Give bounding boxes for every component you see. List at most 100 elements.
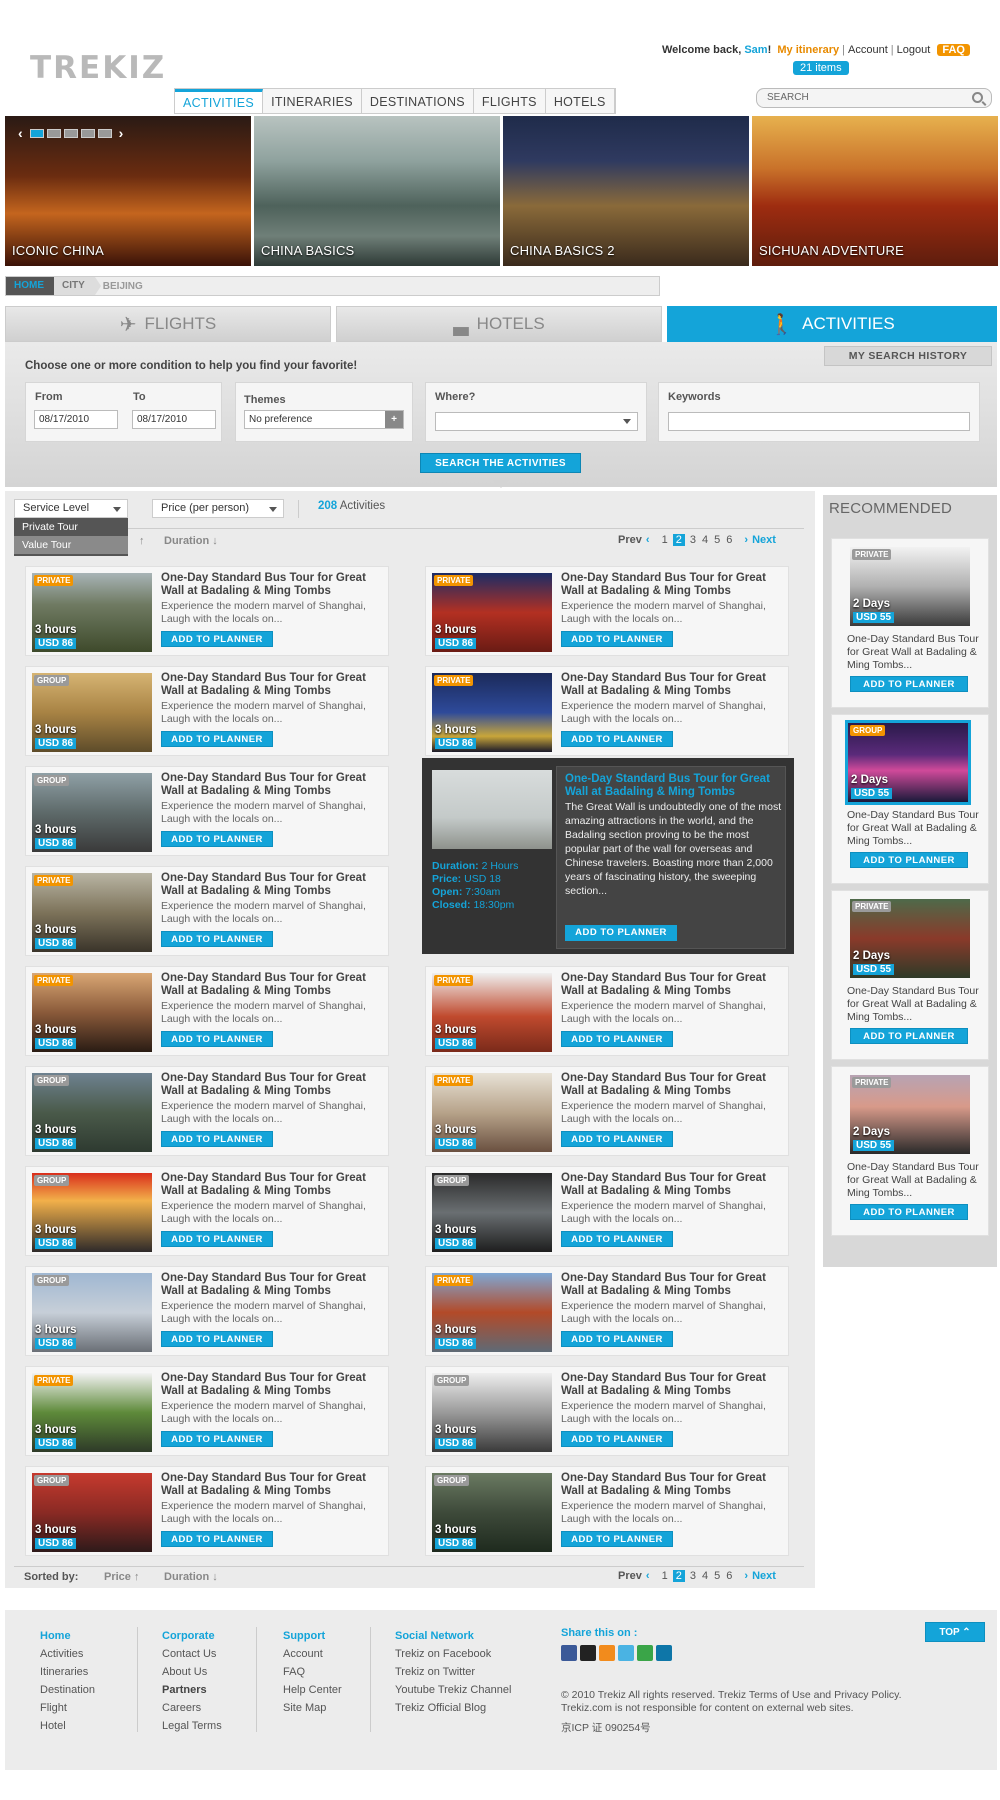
- carousel-dot[interactable]: [29, 128, 44, 138]
- plus-icon[interactable]: +: [385, 411, 403, 428]
- add-to-planner-button[interactable]: ADD TO PLANNER: [850, 676, 968, 692]
- add-to-planner-button[interactable]: ADD TO PLANNER: [850, 852, 968, 868]
- footer-link[interactable]: Legal Terms: [162, 1717, 222, 1735]
- footer-link[interactable]: Youtube Trekiz Channel: [395, 1681, 511, 1699]
- activity-card[interactable]: GROUP 3 hours USD 86 One-Day Standard Bus T…: [25, 1466, 389, 1556]
- activity-card[interactable]: PRIVATE 3 hours USD 86 One-Day Standard Bus…: [25, 566, 389, 656]
- search-icon[interactable]: [972, 92, 983, 103]
- activity-card[interactable]: PRIVATE 3 hours USD 86 One-Day Standard Bus…: [425, 1066, 789, 1156]
- pager-prev[interactable]: Prev: [618, 534, 642, 546]
- nav-tab-flights[interactable]: FLIGHTS: [474, 89, 546, 113]
- footer-link[interactable]: Partners: [162, 1681, 222, 1699]
- add-to-planner-button[interactable]: ADD TO PLANNER: [561, 1331, 673, 1347]
- activity-card[interactable]: PRIVATE 3 hours USD 86 One-Day Standard Bus…: [425, 666, 789, 756]
- pager-page[interactable]: 6: [725, 1570, 733, 1582]
- footer-heading[interactable]: Support: [283, 1627, 342, 1645]
- recommended-thumbnail[interactable]: PRIVATE 2 Days USD 55: [850, 899, 970, 978]
- preview-title[interactable]: One-Day Standard Bus Tour for Great Wall…: [565, 773, 783, 798]
- pager-page-current[interactable]: 2: [672, 534, 685, 546]
- carousel-dot[interactable]: [46, 128, 61, 138]
- nav-tab-activities[interactable]: ACTIVITIES: [175, 89, 264, 113]
- pager-next[interactable]: Next: [752, 1570, 776, 1582]
- sort-price[interactable]: Price ↑: [104, 1571, 139, 1583]
- price-select[interactable]: Price (per person): [152, 499, 284, 518]
- activity-thumbnail[interactable]: PRIVATE 3 hours USD 86: [432, 1073, 552, 1152]
- hero-slide[interactable]: CHINA BASICS: [254, 116, 500, 266]
- activity-card[interactable]: PRIVATE 3 hours USD 86 One-Day Standard Bus…: [425, 1266, 789, 1356]
- where-select[interactable]: [435, 412, 638, 431]
- activity-card[interactable]: GROUP 3 hours USD 86 One-Day Standard Bus T…: [25, 666, 389, 756]
- activity-title[interactable]: One-Day Standard Bus Tour for Great Wall…: [161, 1272, 383, 1297]
- carousel-dot[interactable]: [63, 128, 78, 138]
- dropdown-option-value[interactable]: Value Tour: [14, 536, 128, 554]
- activity-title[interactable]: One-Day Standard Bus Tour for Great Wall…: [161, 872, 383, 897]
- service-level-select[interactable]: Service Level: [14, 499, 128, 518]
- footer-link[interactable]: Site Map: [283, 1699, 342, 1717]
- activity-card[interactable]: GROUP 3 hours USD 86 One-Day Standard Bus T…: [25, 766, 389, 856]
- sort-duration[interactable]: Duration ↓: [164, 535, 218, 547]
- from-date-input[interactable]: 08/17/2010: [34, 410, 118, 429]
- activity-title[interactable]: One-Day Standard Bus Tour for Great Wall…: [561, 1272, 783, 1297]
- twitter-icon[interactable]: [618, 1645, 634, 1661]
- activity-thumbnail[interactable]: PRIVATE 3 hours USD 86: [432, 573, 552, 652]
- pager-page[interactable]: 3: [689, 534, 697, 546]
- footer-heading[interactable]: Home: [40, 1627, 95, 1645]
- activity-thumbnail[interactable]: PRIVATE 3 hours USD 86: [32, 973, 152, 1052]
- activity-title[interactable]: One-Day Standard Bus Tour for Great Wall…: [161, 572, 383, 597]
- activity-thumbnail[interactable]: PRIVATE 3 hours USD 86: [432, 673, 552, 752]
- activity-title[interactable]: One-Day Standard Bus Tour for Great Wall…: [161, 1172, 383, 1197]
- add-to-planner-button[interactable]: ADD TO PLANNER: [561, 731, 673, 747]
- footer-link[interactable]: Trekiz Official Blog: [395, 1699, 511, 1717]
- activity-thumbnail[interactable]: GROUP 3 hours USD 86: [32, 1173, 152, 1252]
- activity-title[interactable]: One-Day Standard Bus Tour for Great Wall…: [561, 1172, 783, 1197]
- dropdown-option-private[interactable]: Private Tour: [14, 518, 128, 536]
- footer-link[interactable]: About Us: [162, 1663, 222, 1681]
- add-to-planner-button[interactable]: ADD TO PLANNER: [161, 1331, 273, 1347]
- search-activities-button[interactable]: SEARCH THE ACTIVITIES: [420, 453, 581, 473]
- logo[interactable]: TREKIZ: [30, 50, 166, 86]
- activity-thumbnail[interactable]: PRIVATE 3 hours USD 86: [432, 973, 552, 1052]
- activity-title[interactable]: One-Day Standard Bus Tour for Great Wall…: [161, 972, 383, 997]
- tab-activities[interactable]: 🚶 ACTIVITIES: [667, 306, 997, 342]
- footer-link[interactable]: Help Center: [283, 1681, 342, 1699]
- recommended-item-title[interactable]: One-Day Standard Bus Tour for Great Wall…: [847, 1161, 982, 1200]
- tab-flights[interactable]: ✈ FLIGHTS: [5, 306, 331, 342]
- footer-link[interactable]: Contact Us: [162, 1645, 222, 1663]
- tab-hotels[interactable]: ▃ HOTELS: [336, 306, 662, 342]
- activity-title[interactable]: One-Day Standard Bus Tour for Great Wall…: [161, 672, 383, 697]
- add-to-planner-button[interactable]: ADD TO PLANNER: [161, 1531, 273, 1547]
- recommended-thumbnail[interactable]: PRIVATE 2 Days USD 55: [850, 1075, 970, 1154]
- faq-button[interactable]: FAQ: [937, 44, 970, 56]
- add-to-planner-button[interactable]: ADD TO PLANNER: [561, 1431, 673, 1447]
- hero-slide[interactable]: SICHUAN ADVENTURE: [752, 116, 998, 266]
- footer-link[interactable]: Trekiz on Facebook: [395, 1645, 511, 1663]
- chevron-left-icon[interactable]: ‹: [646, 534, 650, 546]
- chevron-right-icon[interactable]: ›: [744, 1570, 748, 1582]
- activity-thumbnail[interactable]: PRIVATE 3 hours USD 86: [432, 1273, 552, 1352]
- nav-tab-itineraries[interactable]: ITINERARIES: [263, 89, 362, 113]
- footer-link[interactable]: Account: [283, 1645, 342, 1663]
- pager-page[interactable]: 3: [689, 1570, 697, 1582]
- activity-thumbnail[interactable]: PRIVATE 3 hours USD 86: [32, 873, 152, 952]
- pager-page[interactable]: 6: [725, 534, 733, 546]
- chevron-left-icon[interactable]: ‹: [646, 1570, 650, 1582]
- activity-thumbnail[interactable]: GROUP 3 hours USD 86: [432, 1473, 552, 1552]
- add-to-planner-button[interactable]: ADD TO PLANNER: [850, 1204, 968, 1220]
- add-to-planner-button[interactable]: ADD TO PLANNER: [161, 1231, 273, 1247]
- activity-card[interactable]: GROUP 3 hours USD 86 One-Day Standard Bus T…: [425, 1366, 789, 1456]
- activity-card[interactable]: PRIVATE 3 hours USD 86 One-Day Standard Bus…: [25, 966, 389, 1056]
- pager-page[interactable]: 4: [701, 1570, 709, 1582]
- footer-link[interactable]: Flight: [40, 1699, 95, 1717]
- delicious-icon[interactable]: [580, 1645, 596, 1661]
- my-itinerary-link[interactable]: My itinerary: [777, 44, 839, 56]
- footer-link[interactable]: Destination: [40, 1681, 95, 1699]
- recommended-item-title[interactable]: One-Day Standard Bus Tour for Great Wall…: [847, 809, 982, 848]
- itinerary-count-badge[interactable]: 21 items: [793, 61, 849, 75]
- my-search-history-button[interactable]: MY SEARCH HISTORY: [824, 346, 992, 366]
- carousel-dot[interactable]: [97, 128, 112, 138]
- recommended-card[interactable]: GROUP 2 Days USD 55 One-Day Standard Bus To…: [831, 714, 989, 884]
- recommended-thumbnail[interactable]: GROUP 2 Days USD 55: [845, 720, 971, 805]
- to-date-input[interactable]: 08/17/2010: [132, 410, 216, 429]
- activity-thumbnail[interactable]: GROUP 3 hours USD 86: [432, 1173, 552, 1252]
- pager-prev[interactable]: Prev: [618, 1570, 642, 1582]
